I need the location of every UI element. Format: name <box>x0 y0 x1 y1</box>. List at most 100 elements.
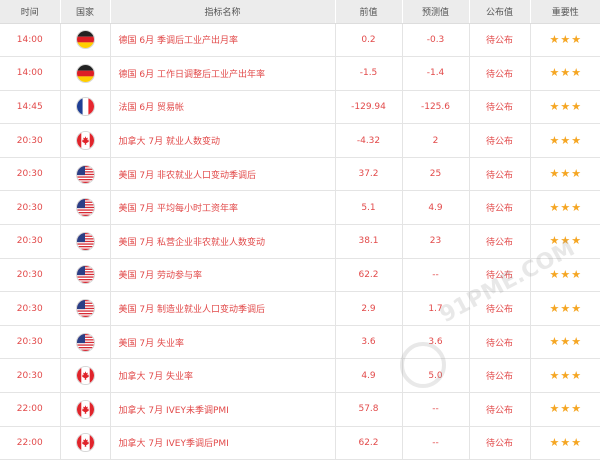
cell-time: 20:30 <box>0 157 61 192</box>
germany-flag-icon <box>75 63 95 83</box>
cell-indicator[interactable]: 德国 6月 季调后工业产出月率 <box>110 23 336 58</box>
table-row[interactable]: 14:00 德国 6月 工作日调整后工业产出年率 -1.5 -1.4 待公布 ★ ★ ★ <box>0 56 600 91</box>
germany-flag-icon <box>75 30 95 50</box>
cell-time: 22:00 <box>0 392 61 427</box>
table-row[interactable]: 22:00 加拿大 7月 IVEY未季调PMI 57.8 -- 待公布 ★ ★ ★ <box>0 392 600 427</box>
table-row[interactable]: 20:30 加拿大 7月 就业人数变动 -4.32 2 待公布 ★ ★ ★ <box>0 123 600 158</box>
cell-country <box>60 23 111 58</box>
table-row[interactable]: 20:30 美国 7月 劳动参与率 62.2 -- 待公布 ★ ★ ★ <box>0 258 600 293</box>
cell-importance: ★ ★ ★ <box>530 56 600 91</box>
cell-country <box>60 358 111 394</box>
column-header-time: 时间 <box>0 0 61 24</box>
cell-country <box>60 224 111 259</box>
star-icon: ★ <box>571 32 582 46</box>
cell-previous: 57.8 <box>335 392 403 427</box>
cell-importance: ★ ★ ★ <box>530 90 600 125</box>
usa-flag-icon <box>75 198 95 218</box>
star-icon: ★ <box>560 32 571 46</box>
star-icon: ★ <box>560 133 571 147</box>
cell-time: 20:30 <box>0 224 61 259</box>
cell-indicator[interactable]: 加拿大 7月 IVEY季调后PMI <box>110 426 336 461</box>
star-icon: ★ <box>549 32 560 46</box>
economic-calendar-table: 时间 国家 指标名称 前值 预测值 公布值 重要性 14:00 德国 6月 季调后… <box>0 0 600 461</box>
cell-importance: ★ ★ ★ <box>530 291 600 326</box>
usa-flag-icon <box>75 164 95 184</box>
star-icon: ★ <box>571 200 582 214</box>
cell-previous: 38.1 <box>335 224 403 259</box>
cell-country <box>60 392 111 427</box>
cell-time: 14:00 <box>0 56 61 91</box>
usa-flag-icon <box>75 332 95 352</box>
cell-time: 14:45 <box>0 90 61 125</box>
cell-forecast: -- <box>402 258 470 293</box>
table-header-row: 时间 国家 指标名称 前值 预测值 公布值 重要性 <box>0 0 600 24</box>
cell-indicator[interactable]: 加拿大 7月 就业人数变动 <box>110 123 336 158</box>
table-row[interactable]: 14:00 德国 6月 季调后工业产出月率 0.2 -0.3 待公布 ★ ★ ★ <box>0 23 600 58</box>
cell-importance: ★ ★ ★ <box>530 325 600 360</box>
star-icon: ★ <box>560 301 571 315</box>
star-icon: ★ <box>571 301 582 315</box>
cell-country <box>60 426 111 461</box>
cell-indicator[interactable]: 美国 7月 制造业就业人口变动季调后 <box>110 291 336 326</box>
canada-flag-icon <box>75 131 95 151</box>
cell-time: 20:30 <box>0 258 61 293</box>
cell-previous: 5.1 <box>335 190 403 226</box>
cell-forecast: 4.9 <box>402 190 470 226</box>
cell-published: 待公布 <box>469 56 531 91</box>
table-row[interactable]: 20:30 加拿大 7月 失业率 4.9 5.0 待公布 ★ ★ ★ <box>0 358 600 394</box>
canada-flag-icon <box>75 366 95 386</box>
table-row[interactable]: 20:30 美国 7月 私营企业非农就业人数变动 38.1 23 待公布 ★ ★ ★ <box>0 224 600 259</box>
cell-previous: -129.94 <box>335 90 403 125</box>
cell-published: 待公布 <box>469 291 531 326</box>
cell-indicator[interactable]: 加拿大 7月 失业率 <box>110 358 336 394</box>
star-icon: ★ <box>560 402 571 416</box>
table-row[interactable]: 20:30 美国 7月 失业率 3.6 3.6 待公布 ★ ★ ★ <box>0 325 600 360</box>
table-row[interactable]: 20:30 美国 7月 非农就业人口变动季调后 37.2 25 待公布 ★ ★ ★ <box>0 157 600 192</box>
star-icon: ★ <box>549 301 560 315</box>
cell-published: 待公布 <box>469 190 531 226</box>
cell-forecast: 25 <box>402 157 470 192</box>
star-icon: ★ <box>560 200 571 214</box>
canada-flag-icon <box>75 433 95 453</box>
cell-indicator[interactable]: 美国 7月 平均每小时工资年率 <box>110 190 336 226</box>
cell-forecast: -- <box>402 392 470 427</box>
table-row[interactable]: 20:30 美国 7月 制造业就业人口变动季调后 2.9 1.7 待公布 ★ ★ ★ <box>0 291 600 326</box>
cell-importance: ★ ★ ★ <box>530 392 600 427</box>
column-header-importance: 重要性 <box>530 0 600 24</box>
cell-country <box>60 56 111 91</box>
star-icon: ★ <box>549 66 560 80</box>
cell-published: 待公布 <box>469 23 531 58</box>
star-icon: ★ <box>560 99 571 113</box>
cell-previous: 37.2 <box>335 157 403 192</box>
cell-time: 22:00 <box>0 426 61 461</box>
cell-indicator[interactable]: 加拿大 7月 IVEY未季调PMI <box>110 392 336 427</box>
cell-indicator[interactable]: 美国 7月 私营企业非农就业人数变动 <box>110 224 336 259</box>
cell-time: 20:30 <box>0 291 61 326</box>
cell-indicator[interactable]: 美国 7月 非农就业人口变动季调后 <box>110 157 336 192</box>
star-icon: ★ <box>549 402 560 416</box>
table-row[interactable]: 14:45 法国 6月 贸易帐 -129.94 -125.6 待公布 ★ ★ ★ <box>0 90 600 125</box>
star-icon: ★ <box>560 368 571 382</box>
star-icon: ★ <box>560 234 571 248</box>
importance-stars: ★ ★ ★ <box>549 168 581 179</box>
table-row[interactable]: 20:30 美国 7月 平均每小时工资年率 5.1 4.9 待公布 ★ ★ ★ <box>0 190 600 226</box>
cell-indicator[interactable]: 德国 6月 工作日调整后工业产出年率 <box>110 56 336 91</box>
importance-stars: ★ ★ ★ <box>549 269 581 280</box>
cell-forecast: -125.6 <box>402 90 470 125</box>
star-icon: ★ <box>560 335 571 349</box>
star-icon: ★ <box>571 133 582 147</box>
star-icon: ★ <box>549 133 560 147</box>
star-icon: ★ <box>571 99 582 113</box>
importance-stars: ★ ★ ★ <box>549 34 581 45</box>
cell-indicator[interactable]: 美国 7月 失业率 <box>110 325 336 360</box>
cell-country <box>60 157 111 192</box>
importance-stars: ★ ★ ★ <box>549 403 581 414</box>
table-row[interactable]: 22:00 加拿大 7月 IVEY季调后PMI 62.2 -- 待公布 ★ ★ ★ <box>0 426 600 461</box>
cell-indicator[interactable]: 法国 6月 贸易帐 <box>110 90 336 125</box>
importance-stars: ★ ★ ★ <box>549 336 581 347</box>
cell-published: 待公布 <box>469 325 531 360</box>
cell-importance: ★ ★ ★ <box>530 157 600 192</box>
cell-indicator[interactable]: 美国 7月 劳动参与率 <box>110 258 336 293</box>
star-icon: ★ <box>571 402 582 416</box>
cell-forecast: 1.7 <box>402 291 470 326</box>
